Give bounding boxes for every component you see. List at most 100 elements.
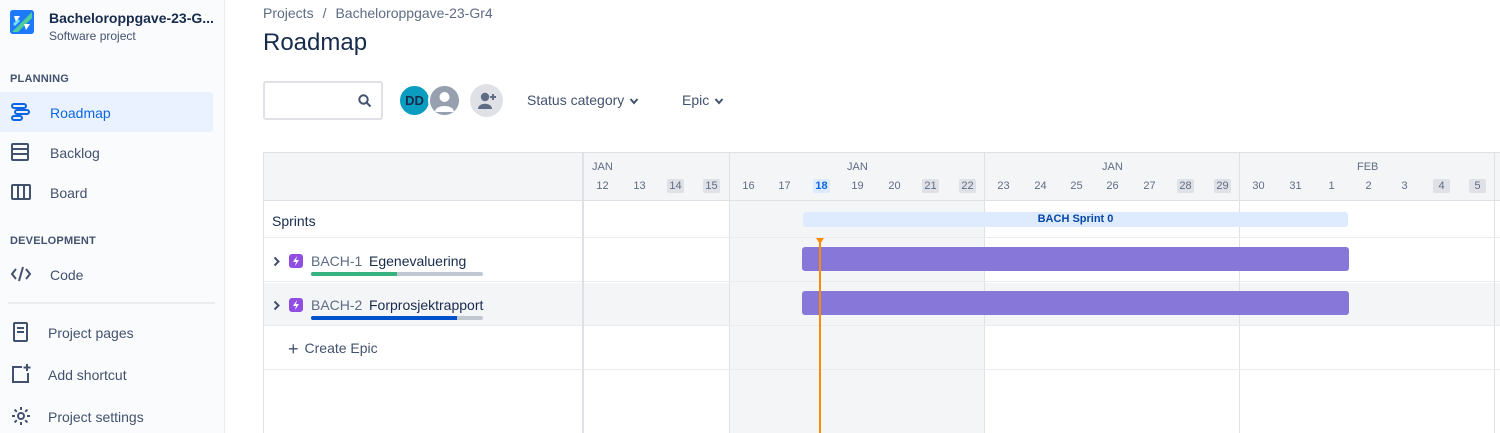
gear-icon [10, 406, 32, 426]
day-label: 2 [1365, 180, 1372, 192]
day-label: 1 [1328, 180, 1335, 192]
filter-label: Epic [682, 92, 710, 108]
project-type: Software project [49, 29, 136, 43]
progress-fill [311, 272, 397, 276]
sidebar-item-add-shortcut[interactable]: Add shortcut [0, 354, 213, 394]
day-label: 28 [1177, 179, 1194, 193]
backlog-icon [10, 142, 32, 162]
project-avatar-icon [10, 10, 34, 34]
avatar-unassigned-icon[interactable] [428, 84, 461, 117]
sprints-label: Sprints [272, 213, 316, 229]
breadcrumb-projects-link[interactable]: Projects [263, 5, 314, 21]
create-epic-label: Create Epic [304, 340, 378, 356]
create-epic-button[interactable]: + Create Epic [288, 339, 378, 360]
month-label: JAN [847, 161, 868, 173]
filter-label: Status category [527, 92, 625, 108]
board-icon [10, 182, 32, 202]
day-label: 4 [1433, 179, 1450, 193]
month-label: FEB [1357, 161, 1379, 173]
epic-filter[interactable]: Epic [682, 92, 724, 108]
day-label: 29 [1214, 179, 1231, 193]
search-icon [358, 94, 372, 113]
day-label: 16 [742, 180, 755, 192]
epic-icon [289, 254, 303, 268]
day-label: 30 [1252, 180, 1265, 192]
pages-icon [10, 322, 32, 342]
chevron-down-icon [714, 98, 724, 105]
epic-icon [289, 298, 303, 312]
sidebar-item-board[interactable]: Board [0, 172, 213, 212]
epic-bar[interactable] [802, 247, 1349, 271]
epic-bar[interactable] [802, 291, 1349, 315]
sidebar-item-label: Code [50, 267, 84, 283]
sidebar: Bacheloroppgave-23-G... Software project… [0, 0, 225, 433]
chevron-right-icon[interactable] [272, 254, 281, 272]
avatar-dd[interactable]: DD [398, 84, 431, 117]
day-label: 27 [1143, 180, 1156, 192]
sidebar-item-label: Backlog [50, 145, 100, 161]
development-heading: DEVELOPMENT [10, 235, 96, 247]
column-divider [582, 153, 584, 433]
status-category-filter[interactable]: Status category [527, 92, 639, 108]
sidebar-item-project-pages[interactable]: Project pages [0, 312, 213, 352]
project-header[interactable]: Bacheloroppgave-23-G... Software project [8, 8, 218, 48]
epic-summary[interactable]: Egenevaluering [369, 253, 466, 269]
sidebar-divider [8, 302, 215, 304]
roadmap-timeline: JAN JAN JAN FEB 12 13 14 15 16 17 18 19 20 21 22 23… [263, 152, 1500, 433]
sidebar-item-code[interactable]: Code [0, 254, 213, 294]
day-label: 19 [851, 180, 864, 192]
progress-fill [311, 316, 458, 320]
planning-heading: PLANNING [10, 73, 70, 85]
page-title: Roadmap [263, 29, 368, 56]
day-label: 31 [1289, 180, 1302, 192]
sidebar-item-label: Add shortcut [48, 367, 127, 383]
epic-key[interactable]: BACH-2 [311, 297, 362, 313]
search-input[interactable] [263, 81, 383, 120]
month-divider [729, 153, 730, 433]
project-name: Bacheloroppgave-23-G... [49, 10, 214, 26]
day-label: 17 [778, 180, 791, 192]
code-icon [10, 264, 32, 284]
epic-progress-bar [311, 272, 483, 276]
day-label: 13 [633, 180, 646, 192]
breadcrumb-project-link[interactable]: Bacheloroppgave-23-Gr4 [335, 5, 492, 21]
day-label: 20 [888, 180, 901, 192]
day-label: 14 [667, 179, 684, 193]
day-label: 21 [922, 179, 939, 193]
add-shortcut-icon [10, 364, 32, 384]
epic-key[interactable]: BACH-1 [311, 253, 362, 269]
breadcrumb-separator: / [322, 5, 327, 21]
day-label: 22 [959, 179, 976, 193]
sidebar-item-roadmap[interactable]: Roadmap [0, 92, 213, 132]
chevron-right-icon[interactable] [272, 298, 281, 316]
day-label: 18 [813, 179, 830, 193]
today-line [819, 240, 821, 433]
day-label: 3 [1401, 180, 1408, 192]
row-divider [264, 369, 1500, 370]
epic-row[interactable]: BACH-2 Forprosjektrapport [264, 282, 582, 326]
epic-summary[interactable]: Forprosjektrapport [369, 297, 483, 313]
sidebar-item-label: Project settings [48, 409, 144, 425]
day-label: 24 [1034, 180, 1047, 192]
sidebar-item-backlog[interactable]: Backlog [0, 132, 213, 172]
day-label: 12 [596, 180, 609, 192]
breadcrumb: Projects / Bacheloroppgave-23-Gr4 [263, 5, 493, 21]
month-label: JAN [1102, 161, 1123, 173]
sidebar-item-project-settings[interactable]: Project settings [0, 396, 213, 433]
chevron-down-icon [630, 98, 639, 105]
sidebar-item-label: Project pages [48, 325, 134, 341]
day-label: 15 [703, 179, 720, 193]
month-divider [1494, 153, 1495, 433]
epic-row[interactable]: BACH-1 Egenevaluering [264, 238, 582, 282]
epic-progress-bar [311, 316, 483, 320]
sprint-bar[interactable]: BACH Sprint 0 [803, 212, 1348, 227]
day-label: 25 [1070, 180, 1083, 192]
roadmap-icon [10, 102, 32, 122]
day-label: 26 [1106, 180, 1119, 192]
roadmap-header-left [264, 153, 583, 201]
month-label: JAN [592, 161, 613, 173]
plus-icon: + [288, 339, 299, 359]
sidebar-item-label: Board [50, 185, 88, 201]
add-people-icon[interactable] [470, 84, 503, 117]
day-label: 23 [997, 180, 1010, 192]
